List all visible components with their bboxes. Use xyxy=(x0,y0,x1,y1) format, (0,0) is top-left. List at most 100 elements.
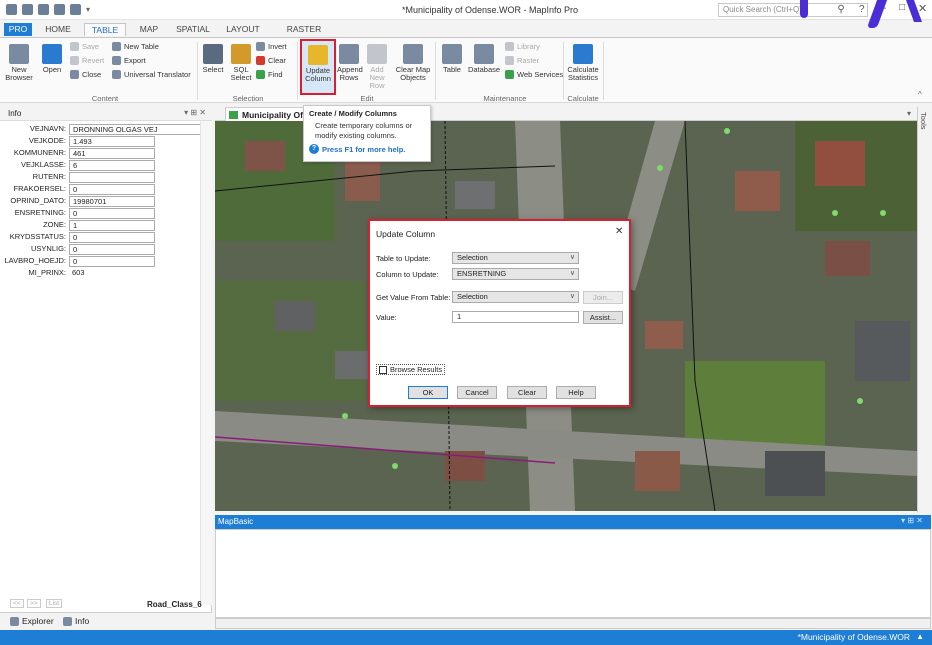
chevron-up-icon[interactable]: ▲ xyxy=(916,632,924,641)
sql-select-label: SQL Select xyxy=(230,65,252,82)
library-label: Library xyxy=(517,41,540,51)
print-icon[interactable] xyxy=(54,4,65,15)
help-button[interactable]: ? xyxy=(859,4,865,15)
tab-map[interactable]: MAP xyxy=(132,23,166,36)
tab-explorer[interactable]: Explorer xyxy=(10,616,54,626)
column-to-update-select[interactable]: ENSRETNING ∨ xyxy=(452,268,579,280)
tab-pro[interactable]: PRO xyxy=(4,23,32,36)
database-button[interactable]: Database xyxy=(467,44,501,74)
panel-controls[interactable]: ▾ ⊞ ✕ xyxy=(901,516,923,525)
tab-raster[interactable]: RASTER xyxy=(282,23,326,36)
field-value[interactable]: 0 xyxy=(69,256,155,267)
clear-map-objects-icon xyxy=(403,44,423,64)
tools-sidebar[interactable] xyxy=(917,107,932,512)
previous-record-button[interactable]: << xyxy=(10,599,24,608)
field-value[interactable]: 1 xyxy=(69,220,155,231)
select-button[interactable]: Select xyxy=(201,44,225,74)
database-label: Database xyxy=(467,65,501,74)
value-input[interactable]: 1 xyxy=(452,311,579,323)
maximize-button[interactable]: □ xyxy=(899,2,905,13)
panel-controls[interactable]: ▾ ⊞ ✕ xyxy=(184,108,206,117)
new-browser-label: New Browser xyxy=(5,65,33,82)
clear-map-objects-button[interactable]: Clear Map Objects xyxy=(395,44,431,82)
next-record-button[interactable]: >> xyxy=(27,599,41,608)
assist-button[interactable]: Assist... xyxy=(583,311,623,324)
get-value-from-table-select[interactable]: Selection ∨ xyxy=(452,291,579,303)
info-scrollbar[interactable] xyxy=(200,121,212,605)
field-value[interactable]: DRONNING OLGAS VEJ xyxy=(69,124,204,135)
tab-info[interactable]: Info xyxy=(63,616,89,626)
add-new-row-button[interactable]: Add New Row xyxy=(362,44,392,90)
field-value[interactable]: 461 xyxy=(69,148,155,159)
join-button[interactable]: Join... xyxy=(583,291,623,304)
tooltip-description: Create temporary columns or modify exist… xyxy=(315,121,413,140)
update-column-button[interactable]: Update Column xyxy=(300,39,336,95)
help-button[interactable]: Help xyxy=(556,386,596,399)
tab-table[interactable]: TABLE xyxy=(84,23,126,36)
clear-button[interactable]: Clear xyxy=(507,386,547,399)
help-icon: ? xyxy=(309,144,319,154)
close-icon[interactable]: ✕ xyxy=(615,226,623,237)
workspace-name[interactable]: *Municipality of Odense.WOR xyxy=(798,632,910,642)
calculate-statistics-button[interactable]: Calculate Statistics xyxy=(566,44,600,82)
invert-button[interactable]: Invert xyxy=(256,42,287,51)
close-window-button[interactable]: ✕ xyxy=(918,2,927,15)
quick-access-toolbar: ▾ xyxy=(6,4,93,15)
universal-translator-button[interactable]: Universal Translator xyxy=(112,70,191,79)
search-icon[interactable]: ⚲ xyxy=(833,3,849,17)
tab-spatial[interactable]: SPATIAL xyxy=(170,23,216,36)
field-value[interactable]: 0 xyxy=(69,184,155,195)
field-value[interactable]: 0 xyxy=(69,232,155,243)
append-rows-button[interactable]: Append Rows xyxy=(337,44,363,82)
tab-layout[interactable]: LAYOUT xyxy=(221,23,265,36)
field-value[interactable]: 0 xyxy=(69,244,155,255)
layout-icon[interactable] xyxy=(70,4,81,15)
save-button[interactable]: Save xyxy=(70,42,99,51)
revert-button[interactable]: Revert xyxy=(70,56,104,65)
web-services-button[interactable]: Web Services xyxy=(505,70,563,79)
browse-results-checkbox[interactable]: Browse Results xyxy=(376,364,446,375)
browse-results-label: Browse Results xyxy=(390,365,443,374)
clear-selection-button[interactable]: Clear xyxy=(256,56,286,65)
tooltip-title: Create / Modify Columns xyxy=(309,109,397,118)
field-value[interactable]: 0 xyxy=(69,208,155,219)
ribbon: New Browser Open Save Revert Close New T… xyxy=(0,37,932,103)
field-label: LAVBRO_HOEJD: xyxy=(4,256,66,265)
close-table-button[interactable]: Close xyxy=(70,70,101,79)
export-button[interactable]: Export xyxy=(112,56,146,65)
ribbon-separator xyxy=(197,42,198,100)
library-button[interactable]: Library xyxy=(505,42,540,51)
find-button[interactable]: Find xyxy=(256,70,283,79)
mapbasic-editor[interactable] xyxy=(215,529,931,618)
ok-button[interactable]: OK xyxy=(408,386,448,399)
table-maintenance-button[interactable]: Table xyxy=(440,44,464,74)
map-window-menu-icon[interactable]: ▾ xyxy=(907,109,911,118)
open-icon[interactable] xyxy=(38,4,49,15)
horizontal-scrollbar[interactable] xyxy=(215,618,931,629)
new-table-button[interactable]: New Table xyxy=(112,42,159,51)
field-value[interactable]: 19980701 xyxy=(69,196,155,207)
field-label: FRAKOERSEL: xyxy=(13,184,66,193)
cancel-button[interactable]: Cancel xyxy=(457,386,497,399)
tools-label[interactable]: Tools xyxy=(919,112,928,130)
save-icon[interactable] xyxy=(22,4,33,15)
ribbon-collapse-icon[interactable]: ^ xyxy=(918,90,922,99)
chevron-down-icon[interactable]: ▾ xyxy=(86,4,93,15)
list-button[interactable]: List xyxy=(46,599,63,608)
tab-home[interactable]: HOME xyxy=(38,23,78,36)
new-browser-button[interactable]: New Browser xyxy=(4,44,34,82)
field-value[interactable]: 6 xyxy=(69,160,155,171)
field-value[interactable]: 1.493 xyxy=(69,136,155,147)
field-value[interactable] xyxy=(69,172,155,183)
open-label: Open xyxy=(42,65,62,74)
table-to-update-select[interactable]: Selection ∨ xyxy=(452,252,579,264)
calculate-group-label: Calculate xyxy=(567,94,599,103)
open-button[interactable]: Open xyxy=(40,44,64,74)
invert-icon xyxy=(256,42,265,51)
sql-select-button[interactable]: SQL Select xyxy=(228,44,254,82)
raster-button[interactable]: Raster xyxy=(505,56,539,65)
checkbox-box xyxy=(379,365,387,374)
tab-explorer-label: Explorer xyxy=(22,616,54,626)
app-icon[interactable] xyxy=(6,4,17,15)
layer-name[interactable]: Road_Class_6 xyxy=(147,600,202,609)
